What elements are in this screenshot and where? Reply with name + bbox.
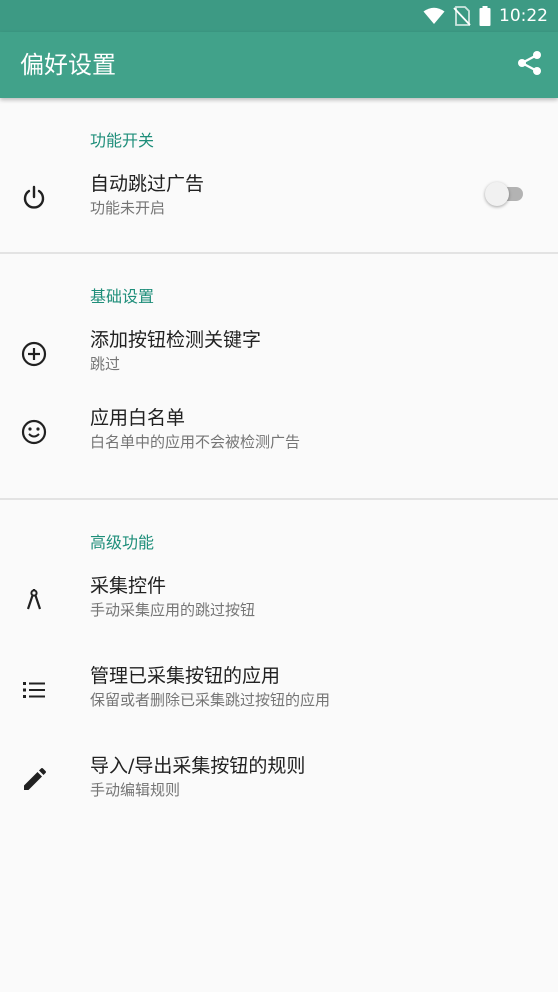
compass-icon [20, 586, 48, 614]
auto-skip-toggle[interactable] [485, 182, 525, 206]
pref-summary: 跳过 [90, 355, 121, 373]
pref-app-whitelist[interactable]: 应用白名单 白名单中的应用不会被检测广告 [0, 407, 558, 498]
status-time: 10:22 [499, 6, 548, 26]
status-icons: 10:22 [423, 0, 548, 32]
share-icon[interactable] [517, 50, 543, 80]
pref-title: 添加按钮检测关键字 [90, 329, 262, 351]
preference-list: 功能开关 自动跳过广告 功能未开启 基础设置 添加按钮检测关键字 跳过 应用白名… [0, 98, 558, 856]
section-header-basic: 基础设置 [90, 287, 155, 306]
smiley-icon [20, 418, 48, 446]
pref-auto-skip-ads[interactable]: 自动跳过广告 功能未开启 [0, 173, 558, 252]
section-header-advanced: 高级功能 [90, 533, 155, 552]
pref-summary: 手动采集应用的跳过按钮 [90, 601, 256, 619]
page-title: 偏好设置 [20, 51, 116, 79]
pref-import-export-rules[interactable]: 导入/导出采集按钮的规则 手动编辑规则 [0, 755, 558, 856]
pref-summary: 保留或者删除已采集跳过按钮的应用 [90, 691, 331, 709]
pref-title: 导入/导出采集按钮的规则 [90, 755, 306, 777]
add-circle-icon [20, 340, 48, 368]
pref-summary: 手动编辑规则 [90, 781, 181, 799]
pref-summary: 功能未开启 [90, 199, 166, 217]
pencil-icon [20, 766, 48, 794]
battery-icon [479, 6, 491, 26]
pref-title: 管理已采集按钮的应用 [90, 665, 281, 687]
pref-text: 导入/导出采集按钮的规则 手动编辑规则 [90, 753, 305, 801]
wifi-icon [423, 7, 445, 25]
list-icon [20, 676, 48, 704]
status-bar: 10:22 [0, 0, 558, 32]
section-header-switches: 功能开关 [90, 131, 155, 150]
pref-title: 应用白名单 [90, 407, 186, 429]
toggle-thumb [485, 182, 509, 206]
app-bar: 偏好设置 [0, 32, 558, 98]
no-sim-icon [453, 6, 471, 26]
pref-text: 添加按钮检测关键字 跳过 [90, 327, 261, 375]
pref-summary: 白名单中的应用不会被检测广告 [90, 433, 301, 451]
pref-title: 自动跳过广告 [90, 173, 205, 195]
pref-text: 自动跳过广告 功能未开启 [90, 171, 204, 219]
power-icon [20, 184, 48, 212]
share-button[interactable] [514, 49, 546, 81]
pref-text: 管理已采集按钮的应用 保留或者删除已采集跳过按钮的应用 [90, 663, 330, 711]
pref-text: 应用白名单 白名单中的应用不会被检测广告 [90, 405, 300, 453]
pref-title: 采集控件 [90, 575, 167, 597]
pref-text: 采集控件 手动采集应用的跳过按钮 [90, 573, 255, 621]
